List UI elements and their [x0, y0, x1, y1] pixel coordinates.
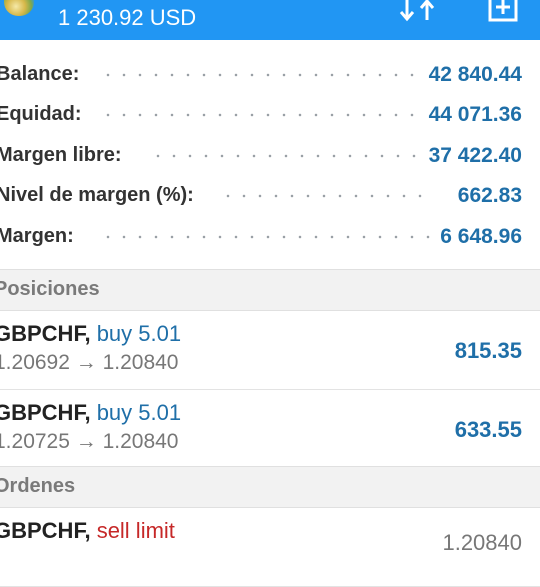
dotted-leader: [220, 194, 430, 198]
add-order-icon[interactable]: [488, 0, 518, 22]
margin-row: Margen: 6 648.96: [0, 217, 540, 257]
position-prices: 1.20692 → 1.20840: [0, 351, 179, 374]
position-type: buy 5.01: [96, 400, 182, 425]
free-margin-row: Margen libre: 37 422.40: [0, 136, 540, 176]
equity-label: Equidad:: [0, 103, 88, 126]
balance-label: Balance:: [0, 63, 86, 86]
position-profit: 815.35: [454, 338, 522, 363]
order-row[interactable]: GBPCHF, sell limit 1.20840: [0, 508, 540, 587]
positions-section-header: Posiciones: [0, 269, 540, 311]
top-bar: 1 230.92 USD: [0, 0, 540, 40]
symbol-label: GBPCHF,: [0, 321, 91, 346]
balance-row: Balance: 42 840.44: [0, 55, 540, 95]
symbol-label: GBPCHF,: [0, 400, 91, 425]
app-logo-icon: [4, 0, 34, 16]
margin-level-value: 662.83: [451, 184, 522, 208]
position-symbol: GBPCHF, buy 5.01: [0, 321, 181, 347]
dotted-leader: [100, 73, 430, 77]
free-margin-label: Margen libre:: [0, 144, 128, 167]
margin-level-row: Nivel de margen (%): 662.83: [0, 176, 540, 216]
margin-label: Margen:: [0, 225, 80, 248]
dotted-leader: [100, 235, 430, 239]
position-profit: 633.55: [454, 417, 522, 442]
sort-icon[interactable]: [398, 0, 436, 22]
margin-level-label: Nivel de margen (%):: [0, 184, 200, 207]
margin-value: 6 648.96: [434, 225, 522, 249]
orders-section-header: Ordenes: [0, 466, 540, 508]
position-prices: 1.20725 → 1.20840: [0, 430, 179, 453]
positions-title: Posiciones: [0, 278, 100, 300]
symbol-label: GBPCHF,: [0, 518, 91, 543]
dotted-leader: [100, 113, 430, 117]
balance-value: 42 840.44: [422, 63, 522, 87]
position-row[interactable]: GBPCHF, buy 5.01 1.20725 → 1.20840 633.5…: [0, 390, 540, 469]
equity-value: 44 071.36: [422, 103, 522, 127]
position-symbol: GBPCHF, buy 5.01: [0, 400, 181, 426]
equity-row: Equidad: 44 071.36: [0, 95, 540, 135]
order-symbol: GBPCHF, sell limit: [0, 518, 175, 544]
order-type: sell limit: [96, 518, 175, 543]
position-row[interactable]: GBPCHF, buy 5.01 1.20692 → 1.20840 815.3…: [0, 311, 540, 390]
orders-title: Ordenes: [0, 475, 76, 497]
order-price: 1.20840: [442, 530, 522, 555]
floating-profit-total: 1 230.92 USD: [58, 5, 197, 30]
position-type: buy 5.01: [96, 321, 182, 346]
dotted-leader: [150, 154, 430, 158]
free-margin-value: 37 422.40: [422, 144, 522, 168]
